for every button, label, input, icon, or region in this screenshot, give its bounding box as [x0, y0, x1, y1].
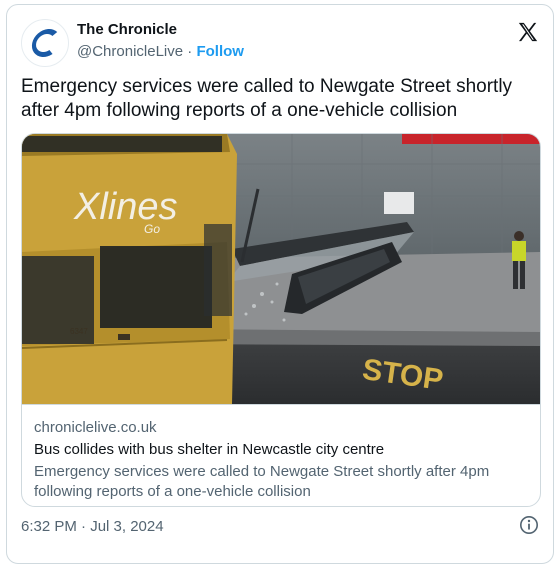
follow-button[interactable]: Follow: [196, 43, 244, 60]
x-logo-icon[interactable]: [517, 21, 539, 43]
author-handle[interactable]: @ChronicleLive: [77, 43, 183, 60]
author-handle-line: @ChronicleLive · Follow: [77, 43, 244, 60]
tweet-text: Emergency services were called to Newgat…: [21, 76, 513, 121]
link-description: Emergency services were called to Newgat…: [34, 463, 490, 500]
link-preview-meta[interactable]: chroniclelive.co.uk Bus collides with bu…: [22, 404, 540, 506]
link-domain: chroniclelive.co.uk: [34, 419, 157, 436]
bus-sub-brand: Go: [144, 222, 160, 236]
info-icon[interactable]: [519, 515, 539, 535]
link-preview-card[interactable]: STOP Xlines Go 6347 chroniclelive.co.uk …: [21, 133, 541, 507]
tweet-timestamp[interactable]: 6:32 PM · Jul 3, 2024: [21, 518, 164, 535]
tweet-header: The Chronicle @ChronicleLive · Follow: [21, 19, 541, 67]
author-name[interactable]: The Chronicle: [77, 21, 177, 38]
article-photo[interactable]: STOP Xlines Go 6347: [22, 134, 541, 404]
bus-fleet-number: 6347: [70, 327, 88, 336]
bus-brand-text: Xlines: [73, 186, 178, 228]
separator-dot: ·: [187, 43, 193, 60]
link-title[interactable]: Bus collides with bus shelter in Newcast…: [34, 441, 384, 458]
tweet-embed-card: The Chronicle @ChronicleLive · Follow Em…: [6, 4, 554, 564]
chronicle-logo-avatar[interactable]: [21, 19, 69, 67]
